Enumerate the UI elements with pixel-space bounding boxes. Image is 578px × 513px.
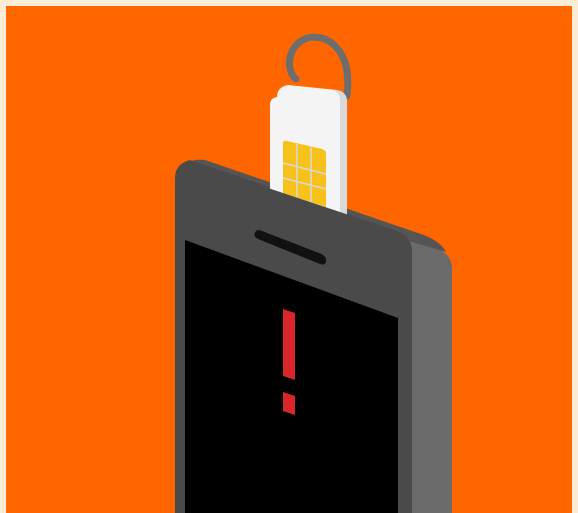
illustration-frame xyxy=(0,0,578,513)
exclamation-icon xyxy=(283,309,295,380)
exclamation-dot xyxy=(283,392,295,415)
illustration-canvas xyxy=(0,0,578,513)
